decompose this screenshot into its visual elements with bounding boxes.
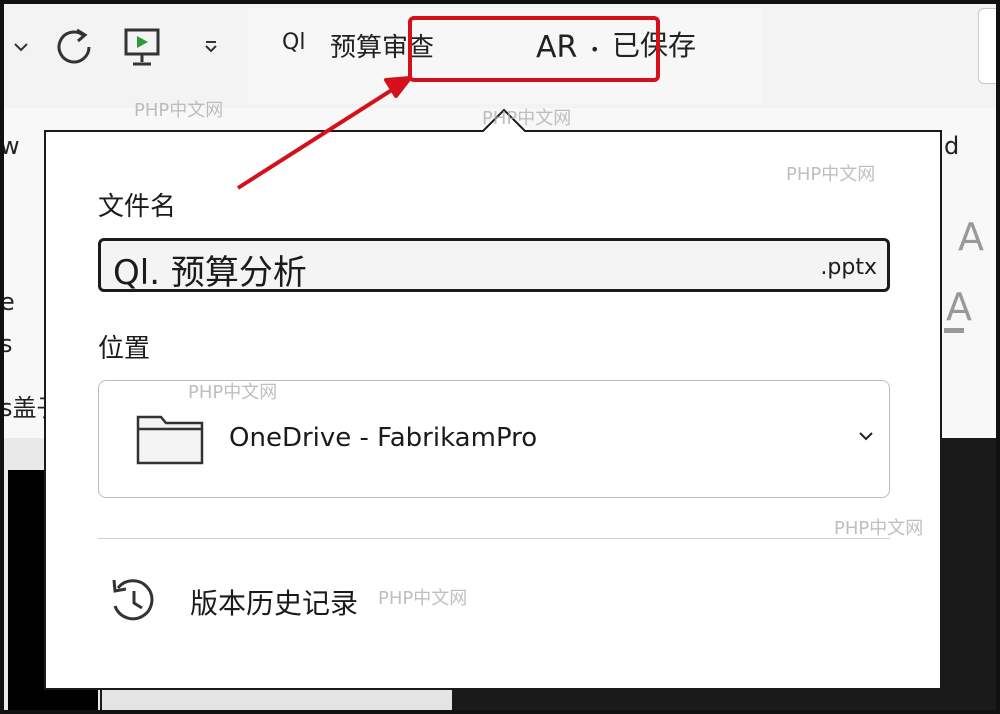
filename-input[interactable]: Ql. 预算分析 .pptx bbox=[98, 238, 890, 294]
chevron-down-icon[interactable] bbox=[10, 22, 32, 72]
svg-text:A: A bbox=[958, 215, 984, 259]
divider bbox=[98, 538, 890, 539]
redo-icon[interactable] bbox=[50, 22, 98, 72]
customize-dropdown-icon[interactable] bbox=[200, 22, 222, 72]
version-history-label: 版本历史记录 bbox=[190, 587, 359, 620]
ribbon-text-fragment: w bbox=[0, 132, 20, 160]
location-label: 位置 bbox=[98, 334, 151, 364]
title-bar: Ql 预算审查 AR • 已保存 bbox=[0, 0, 1000, 108]
file-info-popup: 文件名 Ql. 预算分析 .pptx 位置 OneDrive - Fabrika… bbox=[44, 130, 942, 690]
watermark: PHP中文网 bbox=[786, 164, 876, 185]
status-strip bbox=[102, 690, 452, 714]
filename-extension: .pptx bbox=[820, 255, 877, 280]
watermark: PHP中文网 bbox=[834, 518, 924, 539]
ribbon-font-icons[interactable]: AA bbox=[944, 210, 1000, 340]
watermark: PHP中文网 bbox=[188, 382, 278, 403]
svg-text:A: A bbox=[946, 285, 972, 329]
highlight-box bbox=[408, 16, 660, 82]
ribbon-text-fragment: e bbox=[0, 288, 15, 316]
filename-label: 文件名 bbox=[98, 192, 177, 222]
location-value: OneDrive - FabrikamPro bbox=[229, 423, 538, 453]
search-box[interactable] bbox=[978, 8, 1000, 84]
ribbon-text-fragment: s bbox=[0, 330, 13, 358]
filename-value[interactable]: Ql. 预算分析 bbox=[113, 245, 307, 294]
present-icon[interactable] bbox=[120, 22, 164, 72]
chevron-down-icon[interactable] bbox=[857, 429, 875, 443]
ribbon-text-fragment: d bbox=[944, 132, 960, 160]
history-icon bbox=[112, 579, 154, 621]
watermark: PHP中文网 bbox=[482, 108, 572, 129]
watermark: PHP中文网 bbox=[134, 100, 224, 121]
document-icon: Ql bbox=[282, 30, 306, 55]
watermark: PHP中文网 bbox=[378, 588, 468, 609]
folder-icon bbox=[136, 415, 204, 465]
